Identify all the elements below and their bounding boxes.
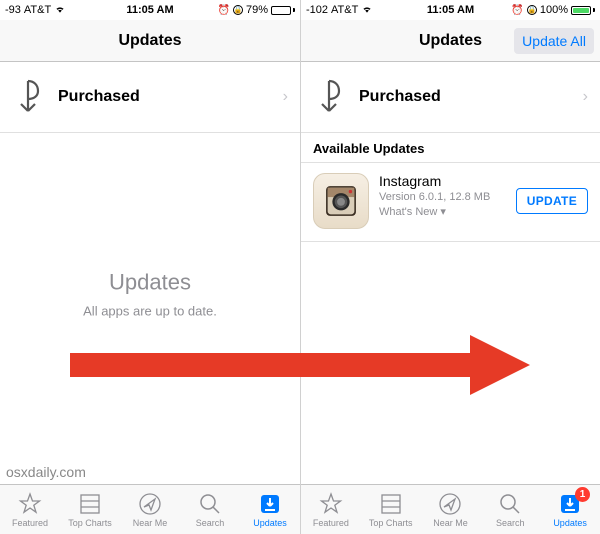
tab-bar: Featured Top Charts Near Me Search Updat… bbox=[301, 484, 600, 534]
tab-label: Featured bbox=[313, 518, 349, 528]
tab-featured[interactable]: Featured bbox=[301, 485, 361, 534]
nav-header: Updates bbox=[0, 20, 300, 62]
app-info: Instagram Version 6.0.1, 12.8 MB What's … bbox=[379, 173, 506, 218]
tab-label: Updates bbox=[253, 518, 287, 528]
tab-top-charts[interactable]: Top Charts bbox=[60, 485, 120, 534]
purchased-row[interactable]: Purchased › bbox=[0, 62, 300, 133]
tab-label: Top Charts bbox=[68, 518, 112, 528]
empty-title: Updates bbox=[0, 270, 300, 296]
instagram-app-icon bbox=[313, 173, 369, 229]
empty-state: Updates All apps are up to date. bbox=[0, 270, 300, 319]
content-area: Purchased › Available Updates bbox=[301, 62, 600, 484]
orientation-lock-icon: 🔒 bbox=[527, 5, 537, 15]
orientation-lock-icon: 🔒 bbox=[233, 5, 243, 15]
status-bar: -93 AT&T 11:05 AM ⏰ 🔒 79% bbox=[0, 0, 300, 20]
tab-bar: Featured Top Charts Near Me Search Updat… bbox=[0, 484, 300, 534]
download-icon bbox=[257, 492, 283, 516]
status-bar: -102 AT&T 11:05 AM ⏰ 🔒 100% bbox=[301, 0, 600, 20]
app-name: Instagram bbox=[379, 173, 506, 189]
tab-near-me[interactable]: Near Me bbox=[120, 485, 180, 534]
status-time: 11:05 AM bbox=[0, 4, 300, 16]
phone-right: -102 AT&T 11:05 AM ⏰ 🔒 100% Updates Upd bbox=[300, 0, 600, 534]
whats-new-link[interactable]: What's New ▾ bbox=[379, 205, 506, 218]
tab-near-me[interactable]: Near Me bbox=[421, 485, 481, 534]
tab-label: Top Charts bbox=[369, 518, 413, 528]
purchased-icon bbox=[12, 78, 44, 116]
bars-icon bbox=[378, 492, 404, 516]
updates-badge: 1 bbox=[575, 487, 590, 502]
purchased-row[interactable]: Purchased › bbox=[301, 62, 600, 133]
search-icon bbox=[497, 492, 523, 516]
bars-icon bbox=[77, 492, 103, 516]
tab-label: Near Me bbox=[133, 518, 168, 528]
page-title: Updates bbox=[419, 32, 482, 50]
chevron-right-icon: › bbox=[583, 88, 588, 106]
tab-label: Search bbox=[196, 518, 225, 528]
chevron-right-icon: › bbox=[283, 88, 288, 106]
purchased-label: Purchased bbox=[359, 88, 569, 106]
star-icon bbox=[318, 492, 344, 516]
tab-search[interactable]: Search bbox=[180, 485, 240, 534]
status-time: 11:05 AM bbox=[301, 4, 600, 16]
tab-updates[interactable]: Updates 1 bbox=[540, 485, 600, 534]
tab-label: Search bbox=[496, 518, 525, 528]
tab-top-charts[interactable]: Top Charts bbox=[361, 485, 421, 534]
location-icon bbox=[437, 492, 463, 516]
phone-left: -93 AT&T 11:05 AM ⏰ 🔒 79% Updates bbox=[0, 0, 300, 534]
location-icon bbox=[137, 492, 163, 516]
available-updates-header: Available Updates bbox=[301, 133, 600, 162]
purchased-label: Purchased bbox=[58, 88, 269, 106]
star-icon bbox=[17, 492, 43, 516]
page-title: Updates bbox=[118, 32, 181, 50]
tab-label: Near Me bbox=[433, 518, 468, 528]
purchased-icon bbox=[313, 78, 345, 116]
search-icon bbox=[197, 492, 223, 516]
tab-search[interactable]: Search bbox=[480, 485, 540, 534]
empty-subtitle: All apps are up to date. bbox=[0, 304, 300, 319]
watermark: osxdaily.com bbox=[6, 464, 86, 480]
update-all-button[interactable]: Update All bbox=[514, 28, 594, 54]
content-area: Purchased › Updates All apps are up to d… bbox=[0, 62, 300, 484]
update-row-instagram[interactable]: Instagram Version 6.0.1, 12.8 MB What's … bbox=[301, 162, 600, 242]
tab-label: Featured bbox=[12, 518, 48, 528]
tab-featured[interactable]: Featured bbox=[0, 485, 60, 534]
tab-label: Updates bbox=[553, 518, 587, 528]
nav-header: Updates Update All bbox=[301, 20, 600, 62]
app-version-size: Version 6.0.1, 12.8 MB bbox=[379, 191, 506, 203]
tab-updates[interactable]: Updates bbox=[240, 485, 300, 534]
update-button[interactable]: UPDATE bbox=[516, 188, 588, 214]
